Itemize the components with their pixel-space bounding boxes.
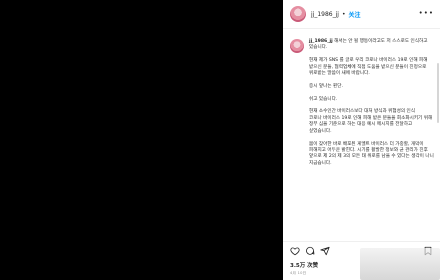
heart-icon[interactable]	[290, 246, 300, 256]
comment-icon[interactable]	[305, 246, 315, 256]
caption-text-block: jj_1986_jj 해서는 안 될 행동이라고도 저 스스로도 인식하고 있습…	[309, 39, 434, 167]
likes-count[interactable]: 3.5万 次赞	[290, 261, 318, 269]
caption-text: 해서는 안 될 행동이라고도 저 스스로도 인식하고 있습니다. 현재 제가 S…	[309, 39, 434, 166]
comments-area: jj_1986_jj 해서는 안 될 행동이라고도 저 스스로도 인식하고 있습…	[283, 29, 440, 240]
caption-avatar[interactable]	[290, 39, 304, 53]
send-icon[interactable]	[320, 246, 330, 256]
post-image[interactable]	[0, 0, 283, 280]
caption-username[interactable]: jj_1986_jj	[309, 39, 333, 44]
post-side-panel: jj_1986_jj • 关注 ••• jj_1986_jj 해서는 안 될 행…	[283, 0, 440, 280]
follow-button[interactable]: 关注	[348, 10, 360, 19]
post-header: jj_1986_jj • 关注 •••	[283, 0, 440, 29]
header-separator: •	[341, 10, 346, 18]
comments-scrollbar[interactable]	[437, 63, 439, 123]
post-date: 4月 10日	[290, 271, 307, 275]
caption-row: jj_1986_jj 해서는 안 될 행동이라고도 저 스스로도 인식하고 있습…	[290, 39, 434, 167]
header-username[interactable]: jj_1986_jj	[311, 11, 339, 18]
blurred-overlay	[360, 248, 440, 280]
more-options-icon[interactable]: •••	[419, 9, 434, 17]
avatar[interactable]	[290, 6, 306, 22]
instagram-post-view: jj_1986_jj • 关注 ••• jj_1986_jj 해서는 안 될 행…	[0, 0, 440, 280]
